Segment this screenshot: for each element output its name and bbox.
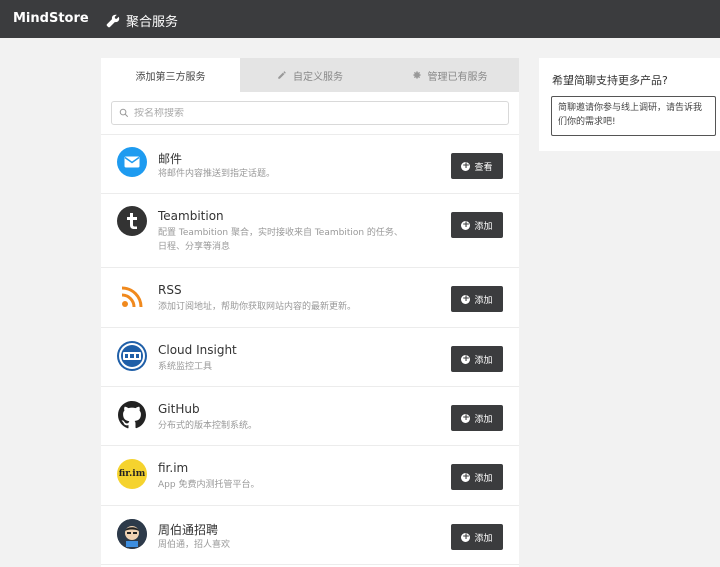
- list-item: 周伯通招聘 周伯通，招人喜欢 + 添加: [101, 506, 519, 565]
- tab-custom-service[interactable]: 自定义服务: [240, 58, 380, 92]
- service-name: fir.im: [158, 461, 189, 475]
- service-desc: 将邮件内容推送到指定话题。: [158, 169, 276, 179]
- wrench-icon: [106, 14, 120, 27]
- gear-icon: [412, 71, 421, 79]
- search-icon: [119, 108, 129, 118]
- feedback-question: 希望简聊支持更多产品?: [552, 74, 668, 87]
- survey-invite-link[interactable]: 简聊邀请你参与线上调研，请告诉我们你的需求吧!: [551, 96, 716, 136]
- service-name: RSS: [158, 283, 182, 297]
- button-label: 查看: [474, 162, 493, 173]
- service-desc: 分布式的版本控制系统。: [158, 421, 258, 431]
- add-button[interactable]: + 添加: [451, 464, 503, 490]
- top-bar: MindStore 聚合服务: [0, 0, 720, 38]
- service-name: Teambition: [158, 209, 224, 223]
- service-name: Cloud Insight: [158, 343, 237, 357]
- list-item: GitHub 分布式的版本控制系统。 + 添加: [101, 387, 519, 446]
- brand-logo[interactable]: MindStore: [13, 11, 89, 26]
- github-icon: [117, 400, 147, 430]
- service-desc: 添加订阅地址，帮助你获取网站内容的最新更新。: [158, 302, 357, 312]
- service-name: GitHub: [158, 402, 200, 416]
- service-desc: 系统监控工具: [158, 362, 213, 372]
- button-label: 添加: [474, 533, 493, 544]
- tab-label: 自定义服务: [293, 71, 343, 83]
- list-item: Cloud Insight 系统监控工具 + 添加: [101, 328, 519, 387]
- zhoubotong-logo: [117, 519, 147, 549]
- search-input[interactable]: [134, 107, 494, 119]
- tab-label: 管理已有服务: [427, 71, 488, 83]
- plus-circle-icon: +: [461, 160, 471, 171]
- list-item: fir.im fir.im App 免费内测托管平台。 + 添加: [101, 446, 519, 506]
- view-button[interactable]: + 查看: [451, 153, 503, 179]
- service-desc: App 免费内测托管平台。: [158, 480, 260, 490]
- add-button[interactable]: + 添加: [451, 405, 503, 431]
- service-name: 邮件: [158, 152, 183, 166]
- service-name: 周伯通招聘: [158, 523, 219, 537]
- nav-title[interactable]: 聚合服务: [106, 11, 178, 30]
- list-item: Teambition 配置 Teambition 聚合，实时接收来自 Teamb…: [101, 194, 519, 268]
- plus-circle-icon: +: [461, 353, 471, 364]
- nav-title-label: 聚合服务: [126, 15, 179, 30]
- services-panel: 添加第三方服务 自定义服务 管理已有服务 邮件 将邮件内容推送到指定话题。 + …: [101, 58, 519, 567]
- add-button[interactable]: + 添加: [451, 212, 503, 238]
- feedback-card: 希望简聊支持更多产品? 简聊邀请你参与线上调研，请告诉我们你的需求吧!: [539, 58, 720, 151]
- service-desc: 周伯通，招人喜欢: [158, 540, 231, 550]
- pencil-icon: [278, 71, 286, 79]
- plus-circle-icon: +: [461, 531, 471, 542]
- service-list: 邮件 将邮件内容推送到指定话题。 + 查看 Teambition 配置 Team…: [101, 134, 519, 565]
- plus-circle-icon: +: [461, 293, 471, 304]
- oneapm-logo: [117, 341, 147, 371]
- button-label: 添加: [474, 295, 493, 306]
- plus-circle-icon: +: [461, 471, 471, 482]
- rss-icon: [117, 282, 147, 312]
- search-box: [111, 101, 509, 125]
- teambition-logo: [117, 206, 147, 236]
- button-label: 添加: [474, 355, 493, 366]
- plus-circle-icon: +: [461, 412, 471, 423]
- list-item: 邮件 将邮件内容推送到指定话题。 + 查看: [101, 135, 519, 194]
- tab-add-third-party[interactable]: 添加第三方服务: [101, 58, 240, 92]
- button-label: 添加: [474, 473, 493, 484]
- service-desc: 配置 Teambition 聚合，实时接收来自 Teambition 的任务、日…: [158, 228, 403, 252]
- tab-manage-services[interactable]: 管理已有服务: [380, 58, 519, 92]
- plus-circle-icon: +: [461, 219, 471, 230]
- tab-label: 添加第三方服务: [135, 71, 206, 83]
- button-label: 添加: [474, 221, 493, 232]
- list-item: RSS 添加订阅地址，帮助你获取网站内容的最新更新。 + 添加: [101, 268, 519, 328]
- mail-icon: [117, 147, 147, 177]
- add-button[interactable]: + 添加: [451, 286, 503, 312]
- firim-logo: fir.im: [117, 459, 147, 489]
- tab-bar: 添加第三方服务 自定义服务 管理已有服务: [101, 58, 519, 92]
- add-button[interactable]: + 添加: [451, 524, 503, 550]
- add-button[interactable]: + 添加: [451, 346, 503, 372]
- button-label: 添加: [474, 414, 493, 425]
